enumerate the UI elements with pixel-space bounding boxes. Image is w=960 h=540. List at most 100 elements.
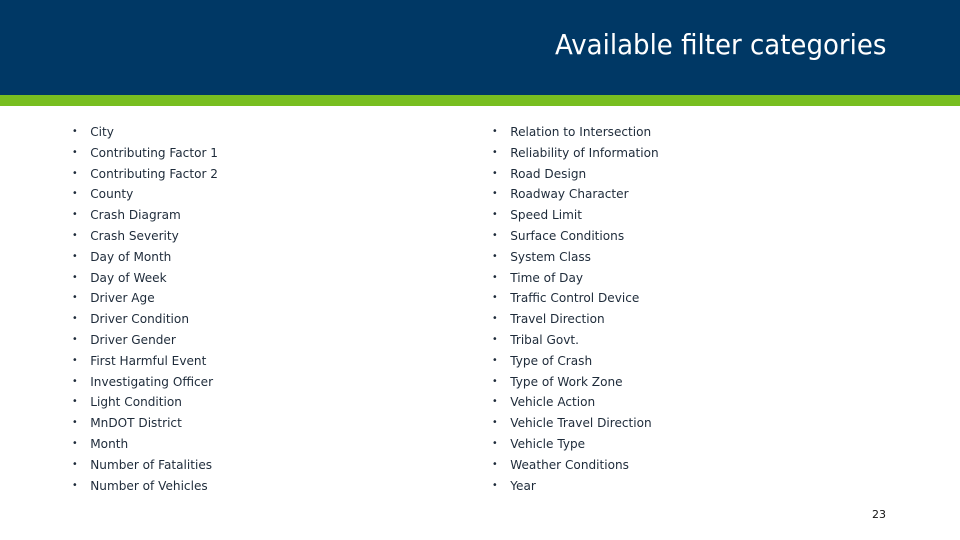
list-item-label: Driver Age [90, 290, 155, 306]
list-item: • Investigating Officer [72, 372, 218, 393]
bullet-icon: • [72, 458, 78, 470]
page-number: 23 [872, 508, 886, 521]
list-item: • Speed Limit [492, 205, 659, 226]
list-item: • Relation to Intersection [492, 122, 659, 143]
list-item-label: Type of Crash [510, 352, 593, 368]
list-item: • Type of Work Zone [492, 372, 659, 393]
bullet-icon: • [492, 375, 498, 387]
bullet-icon: • [492, 333, 498, 345]
list-item: • Year [492, 476, 659, 497]
bullet-icon: • [72, 250, 78, 262]
bullet-icon: • [492, 396, 498, 408]
list-item: • Number of Fatalities [72, 455, 218, 476]
list-item-label: First Harmful Event [90, 352, 207, 368]
list-item-label: Time of Day [510, 269, 584, 285]
list-item: • Tribal Govt. [492, 330, 659, 351]
list-item: • System Class [492, 247, 659, 268]
list-item-label: Driver Condition [90, 311, 189, 327]
list-item: • Roadway Character [492, 184, 659, 205]
bullet-icon: • [492, 437, 498, 449]
list-item-label: Road Design [510, 165, 587, 181]
list-item-label: Type of Work Zone [510, 373, 623, 389]
list-item: • Road Design [492, 164, 659, 185]
page-title: Available filter categories [554, 28, 886, 61]
bullet-icon: • [492, 126, 498, 137]
bullet-icon: • [492, 479, 498, 491]
list-item: • City [72, 122, 218, 143]
bullet-icon: • [492, 250, 498, 262]
list-item-label: Contributing Factor 2 [90, 165, 218, 181]
bullet-icon: • [72, 437, 78, 449]
list-item: • Contributing Factor 2 [72, 164, 218, 185]
list-item-label: Reliability of Information [510, 144, 659, 160]
list-item-label: Travel Direction [510, 311, 605, 327]
list-item: • Day of Month [72, 247, 218, 268]
bullet-icon: • [72, 126, 78, 137]
header-accent-bar [0, 95, 960, 106]
list-item: • Traffic Control Device [492, 288, 659, 309]
list-item-label: Driver Gender [90, 331, 176, 347]
list-item: • Time of Day [492, 268, 659, 289]
list-item-label: Contributing Factor 1 [90, 144, 218, 160]
list-item-label: Number of Vehicles [90, 477, 208, 493]
list-item: • Weather Conditions [492, 455, 659, 476]
bullet-icon: • [72, 271, 78, 283]
list-item: • Day of Week [72, 268, 218, 289]
list-item-label: Day of Month [90, 248, 172, 264]
list-item-label: System Class [510, 248, 591, 264]
list-item-label: Roadway Character [510, 186, 629, 202]
list-item-label: Speed Limit [510, 207, 582, 223]
list-item-label: City [90, 124, 114, 139]
bullet-icon: • [72, 354, 78, 366]
bullet-icon: • [492, 354, 498, 366]
list-item: • Vehicle Type [492, 434, 659, 455]
bullet-icon: • [72, 146, 78, 158]
list-item-label: Surface Conditions [510, 227, 625, 243]
header-banner: Available filter categories [0, 0, 960, 95]
bullet-icon: • [72, 209, 78, 221]
list-item-label: County [90, 186, 134, 202]
list-item: • Number of Vehicles [72, 476, 218, 497]
list-item: • Crash Severity [72, 226, 218, 247]
list-item-label: Vehicle Travel Direction [510, 415, 652, 431]
bullet-icon: • [492, 292, 498, 304]
list-item-label: Light Condition [90, 394, 182, 410]
bullet-icon: • [72, 167, 78, 179]
list-item: • County [72, 184, 218, 205]
bullet-icon: • [72, 375, 78, 387]
list-item: • Contributing Factor 1 [72, 143, 218, 164]
bullet-icon: • [492, 188, 498, 200]
list-item: • Driver Condition [72, 309, 218, 330]
bullet-icon: • [492, 271, 498, 283]
list-item: • Driver Age [72, 288, 218, 309]
bullet-icon: • [492, 209, 498, 221]
list-item: • First Harmful Event [72, 351, 218, 372]
list-item-label: Weather Conditions [510, 456, 629, 472]
list-item: • Surface Conditions [492, 226, 659, 247]
filter-category-list-right: • Relation to Intersection • Reliability of… [492, 122, 666, 496]
list-item-label: Vehicle Action [510, 394, 596, 410]
bullet-icon: • [72, 479, 78, 491]
list-item: • Vehicle Travel Direction [492, 413, 659, 434]
list-item: • Light Condition [72, 392, 218, 413]
list-item: • Month [72, 434, 218, 455]
bullet-icon: • [72, 417, 78, 429]
list-item: • Driver Gender [72, 330, 218, 351]
list-item: • Travel Direction [492, 309, 659, 330]
list-item-label: Traffic Control Device [510, 290, 640, 306]
list-item-label: Crash Diagram [90, 207, 181, 223]
list-item-label: Tribal Govt. [510, 331, 579, 347]
bullet-icon: • [492, 458, 498, 470]
list-item-label: Year [510, 477, 536, 493]
list-item-label: Month [90, 435, 129, 451]
bullet-icon: • [492, 146, 498, 158]
list-item-label: Crash Severity [90, 227, 179, 243]
list-item-label: MnDOT District [90, 415, 182, 431]
list-item-label: Day of Week [90, 269, 167, 285]
bullet-icon: • [492, 167, 498, 179]
bullet-icon: • [492, 313, 498, 325]
list-item: • Reliability of Information [492, 143, 659, 164]
bullet-icon: • [492, 229, 498, 241]
list-item: • Type of Crash [492, 351, 659, 372]
bullet-icon: • [72, 396, 78, 408]
